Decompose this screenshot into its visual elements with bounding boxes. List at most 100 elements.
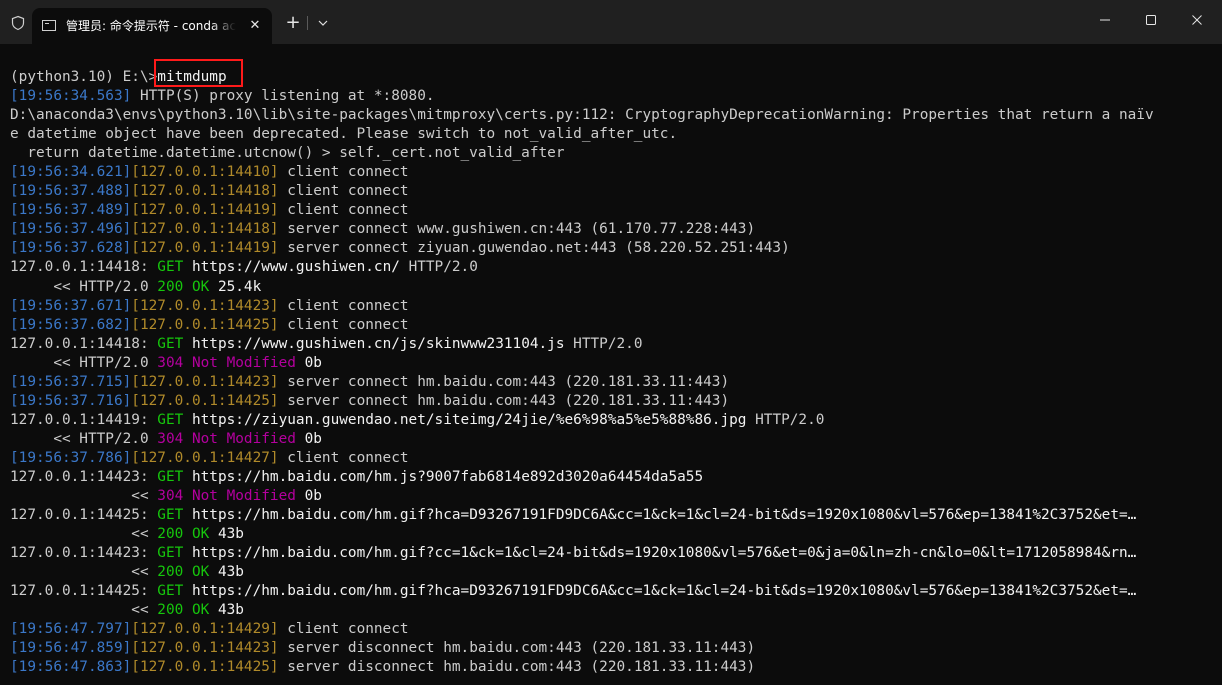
- terminal-text-segment: [19:56:47.797]: [10, 621, 132, 638]
- terminal-text-segment: GET: [157, 545, 184, 562]
- terminal-line: [19:56:37.496][127.0.0.1:14418] server c…: [10, 220, 1210, 239]
- terminal-text-segment: 0b: [295, 354, 322, 371]
- terminal-text-segment: HTTP(S) proxy listening at *:8080.: [131, 88, 435, 105]
- terminal-line: 127.0.0.1:14425: GET https://hm.baidu.co…: [10, 582, 1210, 601]
- terminal-text-segment: https://hm.baidu.com/hm.gif?cc=1&ck=1&cl…: [183, 545, 1137, 562]
- terminal-text-segment: [127.0.0.1:14423]: [131, 297, 279, 314]
- terminal-text-segment: [127.0.0.1:14419]: [131, 240, 279, 257]
- maximize-button[interactable]: [1128, 0, 1174, 40]
- terminal-line: [19:56:34.621][127.0.0.1:14410] client c…: [10, 163, 1210, 182]
- terminal-text-segment: [127.0.0.1:14418]: [131, 183, 279, 200]
- tab-command-prompt[interactable]: 管理员: 命令提示符 - conda activate python3.10 ✕: [32, 8, 272, 44]
- terminal-text-segment: [127.0.0.1:14423]: [131, 373, 279, 390]
- terminal-text-segment: HTTP/2.0: [399, 259, 478, 276]
- terminal-line: [19:56:37.489][127.0.0.1:14419] client c…: [10, 201, 1210, 220]
- terminal-text-segment: 43b: [209, 602, 244, 619]
- tab-divider: [307, 16, 308, 30]
- terminal-line: [19:56:37.786][127.0.0.1:14427] client c…: [10, 449, 1210, 468]
- terminal-line: << 200 OK 43b: [10, 525, 1210, 544]
- terminal-text-segment: 200 OK: [157, 602, 210, 619]
- terminal-text-segment: server connect ziyuan.guwendao.net:443 (…: [278, 240, 790, 257]
- terminal-text-segment: [127.0.0.1:14419]: [131, 202, 279, 219]
- terminal-text-segment: client connect: [278, 297, 409, 314]
- close-button[interactable]: [1174, 0, 1220, 40]
- terminal-text-segment: [19:56:47.859]: [10, 640, 132, 657]
- terminal-text-segment: [127.0.0.1:14425]: [131, 659, 279, 676]
- terminal-text-segment: GET: [157, 583, 184, 600]
- terminal-line: [19:56:37.628][127.0.0.1:14419] server c…: [10, 239, 1210, 258]
- terminal-line: 127.0.0.1:14418: GET https://www.gushiwe…: [10, 258, 1210, 277]
- terminal-text-segment: 0b: [295, 430, 322, 447]
- terminal-text-segment: GET: [157, 335, 184, 352]
- terminal-text-segment: https://www.gushiwen.cn/: [183, 259, 400, 276]
- terminal-line: 127.0.0.1:14425: GET https://hm.baidu.co…: [10, 506, 1210, 525]
- terminal-text-segment: client connect: [278, 621, 409, 638]
- terminal-text-segment: D:\anaconda3\envs\python3.10\lib\site-pa…: [10, 107, 1154, 124]
- terminal-text-segment: https://hm.baidu.com/hm.js?9007fab6814e8…: [183, 468, 704, 485]
- terminal-text-segment: << HTTP/2.0: [10, 430, 158, 447]
- terminal-text-segment: [127.0.0.1:14410]: [131, 164, 279, 181]
- terminal-line: [19:56:37.682][127.0.0.1:14425] client c…: [10, 316, 1210, 335]
- terminal-text-segment: server disconnect hm.baidu.com:443 (220.…: [278, 640, 756, 657]
- terminal-line: [19:56:47.859][127.0.0.1:14423] server d…: [10, 639, 1210, 658]
- terminal-line: << 200 OK 43b: [10, 563, 1210, 582]
- terminal-text-segment: return datetime.datetime.utcnow() > self…: [10, 145, 565, 162]
- shield-icon: [10, 15, 26, 31]
- terminal-text-segment: [19:56:47.863]: [10, 659, 132, 676]
- terminal-text-segment: 304 Not Modified: [157, 430, 296, 447]
- terminal-line: << 200 OK 43b: [10, 601, 1210, 620]
- terminal-text-segment: [127.0.0.1:14418]: [131, 221, 279, 238]
- terminal-text-segment: 43b: [209, 526, 244, 543]
- terminal-line: [19:56:37.671][127.0.0.1:14423] client c…: [10, 297, 1210, 316]
- terminal-text-segment: client connect: [278, 164, 409, 181]
- terminal-text-segment: HTTP/2.0: [746, 411, 825, 428]
- terminal-text-segment: [127.0.0.1:14427]: [131, 449, 279, 466]
- terminal-text-segment: 127.0.0.1:14418:: [10, 259, 158, 276]
- close-icon: [1192, 15, 1202, 25]
- tab-title: 管理员: 命令提示符 - conda activate python3.10: [66, 19, 236, 33]
- new-tab-button[interactable]: +: [283, 13, 303, 33]
- scrollbar[interactable]: [1214, 44, 1222, 685]
- terminal-text-segment: 127.0.0.1:14423:: [10, 545, 158, 562]
- terminal-text-segment: https://ziyuan.guwendao.net/siteimg/24ji…: [183, 411, 747, 428]
- terminal-line: 127.0.0.1:14423: GET https://hm.baidu.co…: [10, 468, 1210, 487]
- terminal-text-segment: [127.0.0.1:14423]: [131, 640, 279, 657]
- terminal-window: 管理员: 命令提示符 - conda activate python3.10 ✕…: [0, 0, 1222, 685]
- terminal-text-segment: client connect: [278, 449, 409, 466]
- terminal-text-segment: [19:56:34.563]: [10, 88, 132, 105]
- terminal-text-segment: client connect: [278, 202, 409, 219]
- terminal-line: 127.0.0.1:14423: GET https://hm.baidu.co…: [10, 544, 1210, 563]
- terminal-line: [19:56:34.563] HTTP(S) proxy listening a…: [10, 87, 1210, 106]
- terminal-line: e datetime object have been deprecated. …: [10, 125, 1210, 144]
- terminal-text-segment: <<: [10, 564, 158, 581]
- terminal-text-segment: [19:56:37.715]: [10, 373, 132, 390]
- terminal-line: (python3.10) E:\>mitmdump: [10, 68, 1210, 87]
- terminal-text-segment: 127.0.0.1:14425:: [10, 507, 158, 524]
- terminal-text-segment: client connect: [278, 183, 409, 200]
- minimize-icon: [1100, 19, 1110, 21]
- terminal-line: [19:56:37.716][127.0.0.1:14425] server c…: [10, 392, 1210, 411]
- terminal-line: << 304 Not Modified 0b: [10, 487, 1210, 506]
- terminal-text-segment: [19:56:37.682]: [10, 316, 132, 333]
- terminal-text-segment: [19:56:37.496]: [10, 221, 132, 238]
- terminal-text-segment: [19:56:37.716]: [10, 392, 132, 409]
- terminal-text-segment: https://hm.baidu.com/hm.gif?hca=D9326719…: [183, 583, 1137, 600]
- terminal-text-segment: [127.0.0.1:14425]: [131, 392, 279, 409]
- terminal-output[interactable]: (python3.10) E:\>mitmdump [19:56:34.563] …: [10, 68, 1210, 680]
- terminal-text-segment: 43b: [209, 564, 244, 581]
- chevron-down-icon[interactable]: [314, 14, 332, 32]
- title-bar[interactable]: 管理员: 命令提示符 - conda activate python3.10 ✕…: [0, 0, 1222, 44]
- terminal-text-segment: [19:56:37.489]: [10, 202, 132, 219]
- terminal-line: << HTTP/2.0 304 Not Modified 0b: [10, 430, 1210, 449]
- terminal-text-segment: <<: [10, 488, 158, 505]
- terminal-text-segment: GET: [157, 507, 184, 524]
- tab-close-button[interactable]: ✕: [246, 17, 264, 35]
- terminal-text-segment: [19:56:37.628]: [10, 240, 132, 257]
- terminal-text-segment: e datetime object have been deprecated. …: [10, 126, 678, 143]
- minimize-button[interactable]: [1082, 0, 1128, 40]
- terminal-text-segment: 25.4k: [209, 278, 262, 295]
- terminal-line: D:\anaconda3\envs\python3.10\lib\site-pa…: [10, 106, 1210, 125]
- terminal-text-segment: 304 Not Modified: [157, 354, 296, 371]
- terminal-text-segment: <<: [10, 526, 158, 543]
- terminal-text-segment: 127.0.0.1:14419:: [10, 411, 158, 428]
